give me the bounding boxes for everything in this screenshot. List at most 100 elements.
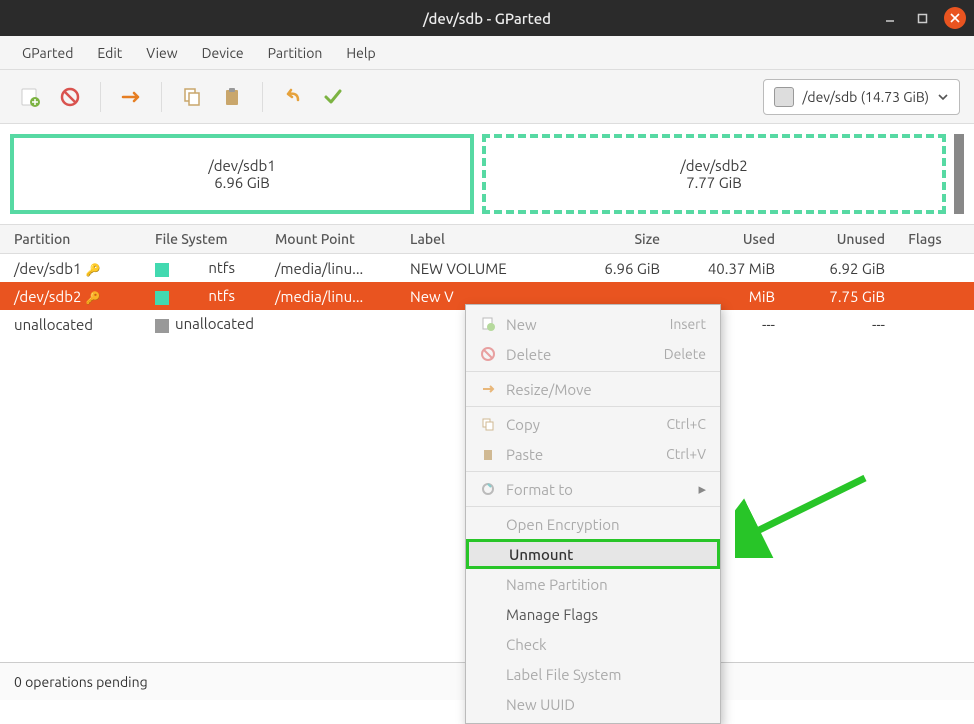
th-size[interactable]: Size xyxy=(565,231,660,247)
toolbar-separator xyxy=(262,82,263,112)
no-entry-icon[interactable] xyxy=(54,81,86,113)
cm-label: New UUID xyxy=(506,696,575,713)
lock-icon: 🔑 xyxy=(85,292,100,305)
format-icon xyxy=(480,482,496,496)
cm-manage-flags[interactable]: Manage Flags xyxy=(466,599,720,629)
cm-separator xyxy=(466,506,720,507)
minimize-button[interactable] xyxy=(880,8,900,28)
cm-new[interactable]: New Insert xyxy=(466,309,720,339)
resize-icon xyxy=(480,382,496,396)
undo-icon[interactable] xyxy=(277,81,309,113)
cm-separator xyxy=(466,406,720,407)
cm-separator xyxy=(466,371,720,372)
cell-unused: --- xyxy=(775,316,885,333)
cm-separator xyxy=(466,471,720,472)
disk-part-sdb1[interactable]: /dev/sdb1 6.96 GiB xyxy=(10,134,474,214)
cell-mount: /media/linu... xyxy=(275,260,410,277)
cm-shortcut: Ctrl+C xyxy=(666,416,706,432)
cell-label: NEW VOLUME xyxy=(410,260,565,277)
cell-size: 6.96 GiB xyxy=(565,260,660,277)
chevron-down-icon xyxy=(937,91,949,103)
cm-unmount[interactable]: Unmount xyxy=(466,539,720,569)
maximize-button[interactable] xyxy=(912,8,932,28)
titlebar: /dev/sdb - GParted xyxy=(0,0,974,36)
toolbar: /dev/sdb (14.73 GiB) xyxy=(0,70,974,124)
table-header: Partition File System Mount Point Label … xyxy=(0,224,974,254)
cm-label: Format to xyxy=(506,481,573,498)
table-row[interactable]: /dev/sdb1 🔑 ntfs /media/linu... NEW VOLUM… xyxy=(0,254,974,282)
disk-icon xyxy=(774,87,794,107)
cell-unused: 6.92 GiB xyxy=(775,260,885,277)
cm-label: New xyxy=(506,316,537,333)
th-mountpoint[interactable]: Mount Point xyxy=(275,231,410,247)
device-selector[interactable]: /dev/sdb (14.73 GiB) xyxy=(763,79,960,115)
cell-partition: /dev/sdb2 xyxy=(14,288,81,305)
cm-shortcut: Insert xyxy=(670,316,706,332)
submenu-arrow-icon: ▸ xyxy=(698,480,706,498)
cm-label: Name Partition xyxy=(506,576,608,593)
cell-used: 40.37 MiB xyxy=(660,260,775,277)
resize-move-icon[interactable] xyxy=(115,81,147,113)
th-flags[interactable]: Flags xyxy=(885,231,965,247)
annotation-arrow xyxy=(735,468,875,558)
menu-help[interactable]: Help xyxy=(336,39,385,67)
toolbar-icons xyxy=(14,81,349,113)
cm-copy[interactable]: CopyCtrl+C xyxy=(466,409,720,439)
menubar: GParted Edit View Device Partition Help xyxy=(0,36,974,70)
paste-icon[interactable] xyxy=(216,81,248,113)
cell-fs: unallocated xyxy=(175,315,254,332)
th-partition[interactable]: Partition xyxy=(0,231,155,247)
cm-label: Manage Flags xyxy=(506,606,598,623)
menu-edit[interactable]: Edit xyxy=(87,39,132,67)
disk-unallocated-sliver xyxy=(954,134,964,214)
cell-used: MiB xyxy=(660,288,775,305)
cm-resize[interactable]: Resize/Move xyxy=(466,374,720,404)
toolbar-separator xyxy=(161,82,162,112)
cell-partition: /dev/sdb1 xyxy=(14,260,81,277)
disk-part-size: 6.96 GiB xyxy=(214,174,270,191)
cm-delete[interactable]: Delete Delete xyxy=(466,339,720,369)
th-label[interactable]: Label xyxy=(410,231,565,247)
cm-name-partition[interactable]: Name Partition xyxy=(466,569,720,599)
cm-format-to[interactable]: Format to ▸ xyxy=(466,474,720,504)
cm-paste[interactable]: Paste Ctrl+V xyxy=(466,439,720,469)
window-controls xyxy=(880,7,966,29)
th-unused[interactable]: Unused xyxy=(775,231,885,247)
th-used[interactable]: Used xyxy=(660,231,775,247)
cell-label: New V xyxy=(410,288,565,305)
menu-device[interactable]: Device xyxy=(192,39,254,67)
cm-new-uuid[interactable]: New UUID xyxy=(466,689,720,719)
cm-label: Delete xyxy=(506,346,551,363)
cell-fs: ntfs xyxy=(175,287,235,304)
status-text: 0 operations pending xyxy=(14,674,148,690)
disk-part-name: /dev/sdb2 xyxy=(680,157,747,174)
apply-icon[interactable] xyxy=(317,81,349,113)
cm-label-filesystem[interactable]: Label File System xyxy=(466,659,720,689)
disk-part-sdb2[interactable]: /dev/sdb2 7.77 GiB xyxy=(482,134,946,214)
cell-fs: ntfs xyxy=(175,259,235,276)
disk-part-name: /dev/sdb1 xyxy=(208,157,275,174)
cm-open-encryption[interactable]: Open Encryption xyxy=(466,509,720,539)
disk-map: /dev/sdb1 6.96 GiB /dev/sdb2 7.77 GiB xyxy=(0,124,974,224)
new-partition-icon[interactable] xyxy=(14,81,46,113)
cell-partition: unallocated xyxy=(14,316,93,333)
lock-icon: 🔑 xyxy=(85,264,100,277)
close-button[interactable] xyxy=(944,7,966,29)
copy-icon xyxy=(480,417,496,431)
cm-label: Unmount xyxy=(509,546,573,563)
cm-label: Label File System xyxy=(506,666,621,683)
cm-check[interactable]: Check xyxy=(466,629,720,659)
menu-partition[interactable]: Partition xyxy=(258,39,333,67)
menu-view[interactable]: View xyxy=(136,39,187,67)
cell-mount: /media/linu... xyxy=(275,288,410,305)
toolbar-separator xyxy=(100,82,101,112)
cm-label: Paste xyxy=(506,446,543,463)
delete-icon xyxy=(480,347,496,361)
cm-label: Open Encryption xyxy=(506,516,620,533)
cm-label: Resize/Move xyxy=(506,381,592,398)
menu-gparted[interactable]: GParted xyxy=(12,39,83,67)
cm-shortcut: Delete xyxy=(664,346,706,362)
th-filesystem[interactable]: File System xyxy=(155,231,275,247)
cm-shortcut: Ctrl+V xyxy=(666,446,706,462)
copy-icon[interactable] xyxy=(176,81,208,113)
